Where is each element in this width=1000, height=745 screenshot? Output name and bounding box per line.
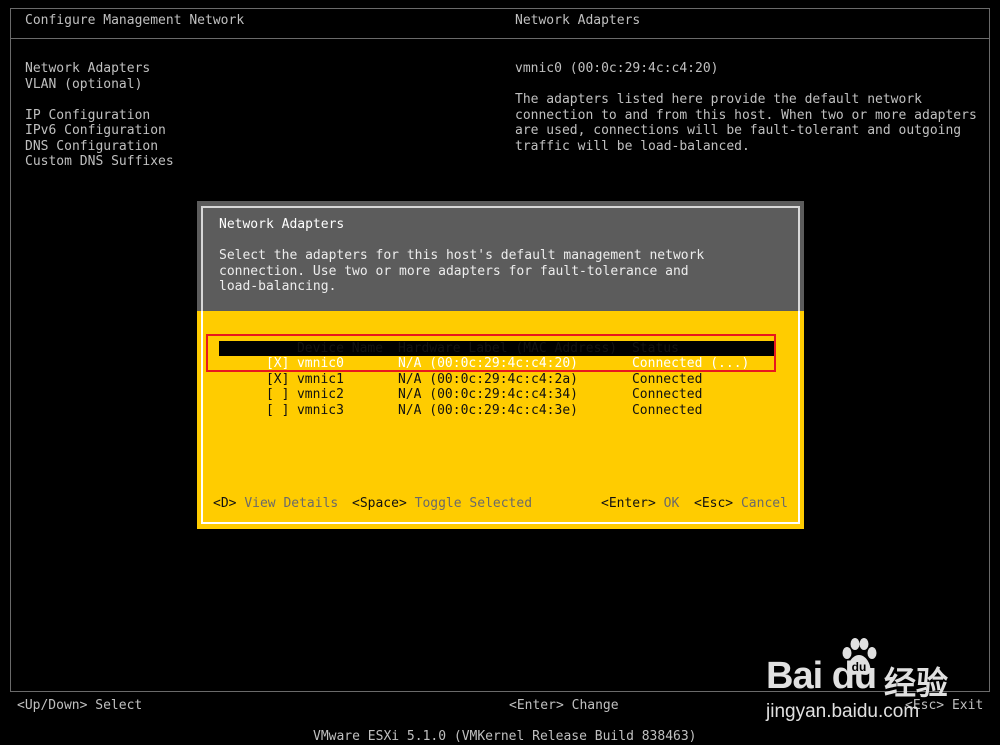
- description-line: are used, connections will be fault-tole…: [515, 123, 962, 138]
- hardware-label: N/A (00:0c:29:4c:c4:2a): [397, 371, 578, 387]
- view-details-key: <D>: [213, 496, 237, 511]
- version-string: VMware ESXi 5.1.0 (VMKernel Release Buil…: [313, 729, 697, 744]
- header-divider: [10, 38, 990, 39]
- ok-key: <Enter>: [601, 496, 656, 511]
- watermark-cn: 经验: [884, 665, 949, 701]
- adapter-status: Connected: [631, 402, 703, 418]
- dialog-description-line: Select the adapters for this host's defa…: [219, 248, 705, 263]
- device-name: vmnic3: [296, 402, 344, 418]
- device-name: vmnic1: [296, 371, 344, 387]
- description-line: connection to and from this host. When t…: [515, 107, 977, 123]
- menu-item-network-adapters[interactable]: Network Adapters: [25, 61, 174, 77]
- cancel-key: <Esc>: [694, 496, 734, 511]
- ok-label: OK: [663, 496, 680, 511]
- adapter-checkbox[interactable]: [ ]: [266, 403, 297, 419]
- adapter-checkbox[interactable]: [X]: [266, 372, 297, 388]
- view-details-action[interactable]: <D> View Details: [213, 496, 338, 512]
- dialog-description-line: connection. Use two or more adapters for…: [219, 263, 689, 279]
- description-line: traffic will be load-balanced.: [515, 138, 750, 154]
- menu-item-vlan[interactable]: VLAN (optional): [25, 77, 174, 93]
- cancel-button[interactable]: <Esc> Cancel: [694, 496, 788, 512]
- config-menu: Network Adapters VLAN (optional) IP Conf…: [25, 61, 174, 170]
- view-details-label: View Details: [244, 496, 339, 511]
- paw-icon: du: [842, 638, 877, 675]
- right-header: Network Adapters: [515, 13, 641, 28]
- select-hint: <Up/Down> Select: [17, 698, 143, 713]
- adapter-summary: vmnic0 (00:0c:29:4c:c4:20): [515, 61, 719, 76]
- dialog-footer: <D> View Details <Space> Toggle Selected…: [213, 496, 788, 512]
- baidu-watermark: Bai du du 经验 jingyan.baidu.com: [766, 637, 966, 727]
- highlight-box: [206, 334, 776, 372]
- change-hint: <Enter> Change: [509, 698, 619, 713]
- menu-item-dns-configuration[interactable]: DNS Configuration: [25, 139, 174, 155]
- toggle-key: <Space>: [352, 496, 407, 511]
- dialog-description: Select the adapters for this host's defa…: [219, 248, 704, 295]
- adapter-status: Connected: [631, 371, 703, 387]
- adapter-checkbox[interactable]: [ ]: [266, 387, 297, 403]
- description-line: The adapters listed here provide the def…: [515, 92, 922, 107]
- menu-spacer: [25, 92, 174, 108]
- dialog-title: Network Adapters: [219, 217, 345, 232]
- hardware-label: N/A (00:0c:29:4c:c4:34): [397, 387, 578, 402]
- dialog-description-line: load-balancing.: [219, 279, 337, 294]
- menu-item-custom-dns-suffixes[interactable]: Custom DNS Suffixes: [25, 154, 174, 170]
- svg-text:du: du: [852, 660, 867, 674]
- ok-button[interactable]: <Enter> OK: [601, 496, 679, 512]
- menu-item-ipv6-configuration[interactable]: IPv6 Configuration: [25, 123, 174, 139]
- hardware-label: N/A (00:0c:29:4c:c4:3e): [397, 402, 578, 418]
- toggle-label: Toggle Selected: [414, 496, 533, 511]
- device-name: vmnic2: [296, 387, 344, 402]
- toggle-selected-action[interactable]: <Space> Toggle Selected: [352, 496, 532, 512]
- cancel-label: Cancel: [740, 496, 788, 511]
- watermark-url: jingyan.baidu.com: [766, 701, 920, 722]
- menu-item-ip-configuration[interactable]: IP Configuration: [25, 108, 174, 124]
- adapter-description: The adapters listed here provide the def…: [515, 92, 977, 154]
- adapter-status: Connected: [631, 387, 703, 402]
- left-header: Configure Management Network: [25, 13, 245, 28]
